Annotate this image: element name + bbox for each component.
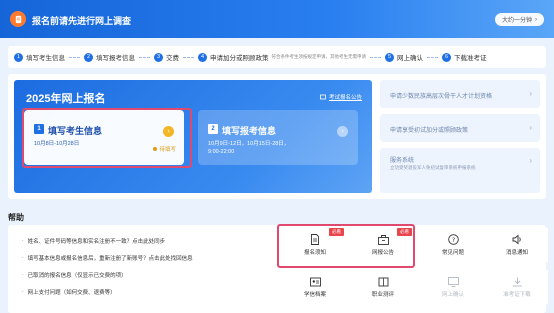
tile-label: 学信档案 — [303, 291, 326, 298]
tile-label: 常见问题 — [441, 250, 464, 256]
bullet-icon: · — [22, 255, 24, 261]
faq-item-label: 姓名、证件号码等信息和实名注册不一致？点击此处同步 — [27, 239, 166, 245]
chevron-right-icon: › — [529, 156, 532, 165]
step-label: 填写考生信息 — [26, 55, 65, 62]
service-system-link[interactable]: 服务系统 立功受奖退役军人免初试复审系统申报系统 › — [380, 148, 540, 193]
admission-ticket-download-tile[interactable]: 准考证下载 — [486, 270, 548, 304]
download-icon — [512, 277, 522, 286]
step-label: 网上确认 — [397, 55, 423, 62]
tile-label: 准考证下载 — [503, 291, 531, 298]
bullet-icon: · — [22, 289, 24, 295]
step-label: 申请加分或照顾政策 — [210, 55, 269, 62]
step-connector — [183, 56, 194, 58]
chevron-right-icon: › — [535, 16, 537, 23]
bonus-policy-link[interactable]: 申请享受初试加分或照顾政策 › — [380, 114, 540, 142]
career-assessment-tile[interactable]: 职业测评 — [352, 270, 414, 304]
announcement-icon — [320, 94, 326, 100]
fill-application-info-card[interactable]: 2 填写报考信息 10月9日-12日，10月15日-28日， 9:00-22:00… — [198, 110, 358, 165]
step-2: 2 填写报考信息 — [84, 52, 135, 62]
monitor-icon — [447, 276, 459, 287]
card-number: 2 — [208, 124, 218, 134]
step-number: 6 — [442, 52, 451, 62]
faq-item-label: 填写基本信息或报名信息后，重新注册了新账号？点击此处找回信息 — [27, 256, 193, 262]
bullet-icon: · — [22, 272, 24, 278]
book-icon — [378, 277, 388, 286]
speaker-icon — [512, 234, 521, 245]
top-banner[interactable]: 报名前请先进行网上调查 大约一分钟 › — [0, 0, 554, 38]
step-connector — [139, 56, 150, 58]
faq-item-label: 已取消的报名信息（仅显示已交费的项） — [27, 273, 127, 279]
card-date-line-1: 10月9日-12日，10月15日-28日， — [208, 141, 290, 147]
chevron-right-icon: › — [529, 89, 532, 98]
banner-title: 报名前请先进行网上调查 — [32, 16, 132, 26]
step-label: 交费 — [166, 55, 179, 62]
faq-item[interactable]: · 网上支付问题（如何交费、退费等） — [22, 288, 116, 296]
process-steps: 1 填写考生信息 2 填写报考信息 3 交费 4 申请加分或照顾政策 符合条件考生须按规定… — [8, 46, 546, 68]
tile-label: 职业测评 — [371, 291, 394, 298]
announcement-link-label: 考试报名公告 — [328, 95, 362, 101]
step-label: 下载准考证 — [454, 55, 487, 62]
online-confirm-tile[interactable]: 网上确认 — [422, 270, 484, 304]
message-notice-tile[interactable]: 消息通知 — [486, 228, 548, 262]
step-connector — [69, 56, 80, 58]
faq-item[interactable]: · 姓名、证件号码等信息和实名注册不一致？点击此处同步 — [22, 237, 165, 245]
minority-plan-link[interactable]: 申请少数民族高层次骨干人才计划资格 › — [380, 80, 540, 108]
step-label: 填写报考信息 — [96, 55, 135, 62]
faq-tile[interactable]: ? 常见问题 — [422, 228, 484, 262]
step-number: 5 — [385, 52, 394, 62]
highlight-frame — [22, 108, 192, 168]
step-5: 5 网上确认 — [385, 52, 423, 62]
side-link-label: 申请享受初试加分或照顾政策 — [390, 128, 469, 134]
side-link-label: 申请少数民族高层次骨干人才计划资格 — [390, 94, 493, 100]
card-date-line-2: 9:00-22:00 — [208, 149, 235, 155]
survey-icon — [10, 11, 26, 27]
step-note: 符合条件考生须按规定申请，其他考生无需申请 — [271, 54, 367, 59]
faq-item[interactable]: · 已取消的报名信息（仅显示已交费的项） — [22, 271, 127, 279]
announcement-link[interactable]: 考试报名公告 — [320, 93, 362, 101]
svg-text:?: ? — [451, 236, 454, 244]
id-card-icon — [309, 277, 321, 286]
card-title: 填写报考信息 — [222, 126, 277, 136]
registration-title: 2025年网上报名 — [26, 93, 106, 105]
bullet-icon: · — [22, 238, 24, 244]
tile-label: 消息通知 — [505, 250, 528, 256]
question-icon: ? — [447, 234, 459, 245]
step-number: 4 — [198, 52, 207, 62]
step-3: 3 交费 — [154, 52, 179, 62]
step-connector — [370, 56, 381, 58]
step-number: 2 — [84, 52, 93, 62]
step-number: 1 — [14, 52, 23, 62]
help-title: 帮助 — [8, 213, 24, 222]
step-number: 3 — [154, 52, 163, 62]
student-archive-tile[interactable]: 学信档案 — [284, 270, 346, 304]
faq-item-label: 网上支付问题（如何交费、退费等） — [27, 290, 116, 296]
card-date: 10月9日-12日，10月15日-28日， 9:00-22:00 — [208, 140, 289, 156]
side-link-label: 服务系统 — [390, 158, 415, 164]
survey-duration: 大约一分钟 — [501, 18, 532, 24]
side-link-sub: 立功受奖退役军人免初试复审系统申报系统 — [390, 165, 476, 170]
chevron-right-icon: › — [529, 123, 532, 132]
step-1: 1 填写考生信息 — [14, 52, 65, 62]
arrow-right-icon[interactable]: › — [337, 126, 348, 137]
faq-item[interactable]: · 填写基本信息或报名信息后，重新注册了新账号？点击此处找回信息 — [22, 254, 193, 262]
highlight-frame — [277, 224, 415, 268]
step-6: 6 下载准考证 — [442, 52, 487, 62]
step-connector — [427, 56, 438, 58]
survey-duration-button[interactable]: 大约一分钟 › — [494, 13, 544, 26]
tile-label: 网上确认 — [441, 291, 464, 298]
step-4: 4 申请加分或照顾政策 符合条件考生须按规定申请，其他考生无需申请 — [198, 52, 366, 62]
